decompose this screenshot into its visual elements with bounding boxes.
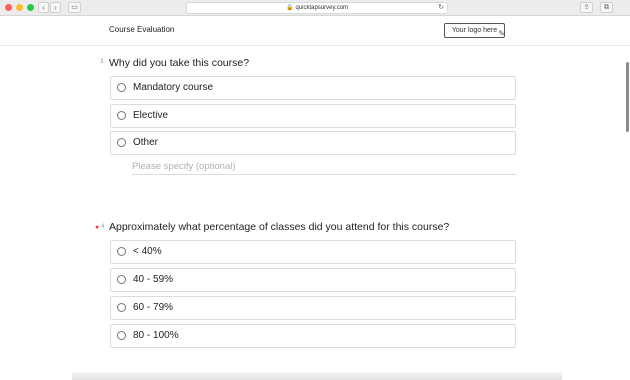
survey-title: Course Evaluation <box>109 25 175 34</box>
option-other[interactable]: Other <box>110 131 516 155</box>
question-number: 4 <box>101 224 105 230</box>
radio-button[interactable] <box>117 83 126 92</box>
share-icon[interactable]: ⇪ <box>580 2 593 13</box>
radio-button[interactable] <box>117 331 126 340</box>
option-label: 80 - 100% <box>133 330 179 341</box>
question-text: Approximately what percentage of classes… <box>109 221 450 233</box>
radio-button[interactable] <box>117 138 126 147</box>
survey-header: Course Evaluation Your logo here ✎ <box>0 17 630 46</box>
option-label: Elective <box>133 110 169 121</box>
option-under-40[interactable]: < 40% <box>110 240 516 264</box>
required-indicator: ● <box>95 224 100 231</box>
reload-icon[interactable]: ↻ <box>438 3 444 13</box>
tabs-icon[interactable]: ⧉ <box>600 2 613 13</box>
logo-placeholder-text: Your logo here <box>451 27 498 34</box>
specify-other-input[interactable] <box>132 158 516 175</box>
browser-toolbar: ‹ › ▭ 🔒 quicktapsurvey.com ↻ ⇪ ⧉ <box>0 0 630 16</box>
back-icon[interactable]: ‹ <box>38 2 49 13</box>
edit-icon: ✎ <box>498 29 505 38</box>
option-40-59[interactable]: 40 - 59% <box>110 268 516 292</box>
address-bar[interactable]: 🔒 quicktapsurvey.com ↻ <box>186 2 448 14</box>
radio-button[interactable] <box>117 303 126 312</box>
sidebar-icon[interactable]: ▭ <box>68 2 81 13</box>
option-80-100[interactable]: 80 - 100% <box>110 324 516 348</box>
scrollbar-thumb[interactable] <box>626 62 629 132</box>
option-mandatory-course[interactable]: Mandatory course <box>110 76 516 100</box>
radio-button[interactable] <box>117 275 126 284</box>
option-label: 60 - 79% <box>133 302 174 313</box>
close-window-button[interactable] <box>5 4 12 11</box>
option-elective[interactable]: Elective <box>110 104 516 128</box>
footer-panel <box>72 372 562 380</box>
radio-button[interactable] <box>117 247 126 256</box>
option-label: < 40% <box>133 246 162 257</box>
question-text: Why did you take this course? <box>109 57 250 69</box>
option-label: 40 - 59% <box>133 274 174 285</box>
logo-placeholder[interactable]: Your logo here ✎ <box>444 23 505 38</box>
radio-button[interactable] <box>117 111 126 120</box>
question-number: 3 <box>100 59 104 65</box>
forward-icon[interactable]: › <box>50 2 61 13</box>
option-60-79[interactable]: 60 - 79% <box>110 296 516 320</box>
minimize-window-button[interactable] <box>16 4 23 11</box>
lock-icon: 🔒 <box>285 5 294 11</box>
option-label: Mandatory course <box>133 82 214 93</box>
option-label: Other <box>133 137 159 148</box>
maximize-window-button[interactable] <box>27 4 34 11</box>
url-text: quicktapsurvey.com <box>295 5 349 11</box>
window-controls <box>5 4 34 11</box>
